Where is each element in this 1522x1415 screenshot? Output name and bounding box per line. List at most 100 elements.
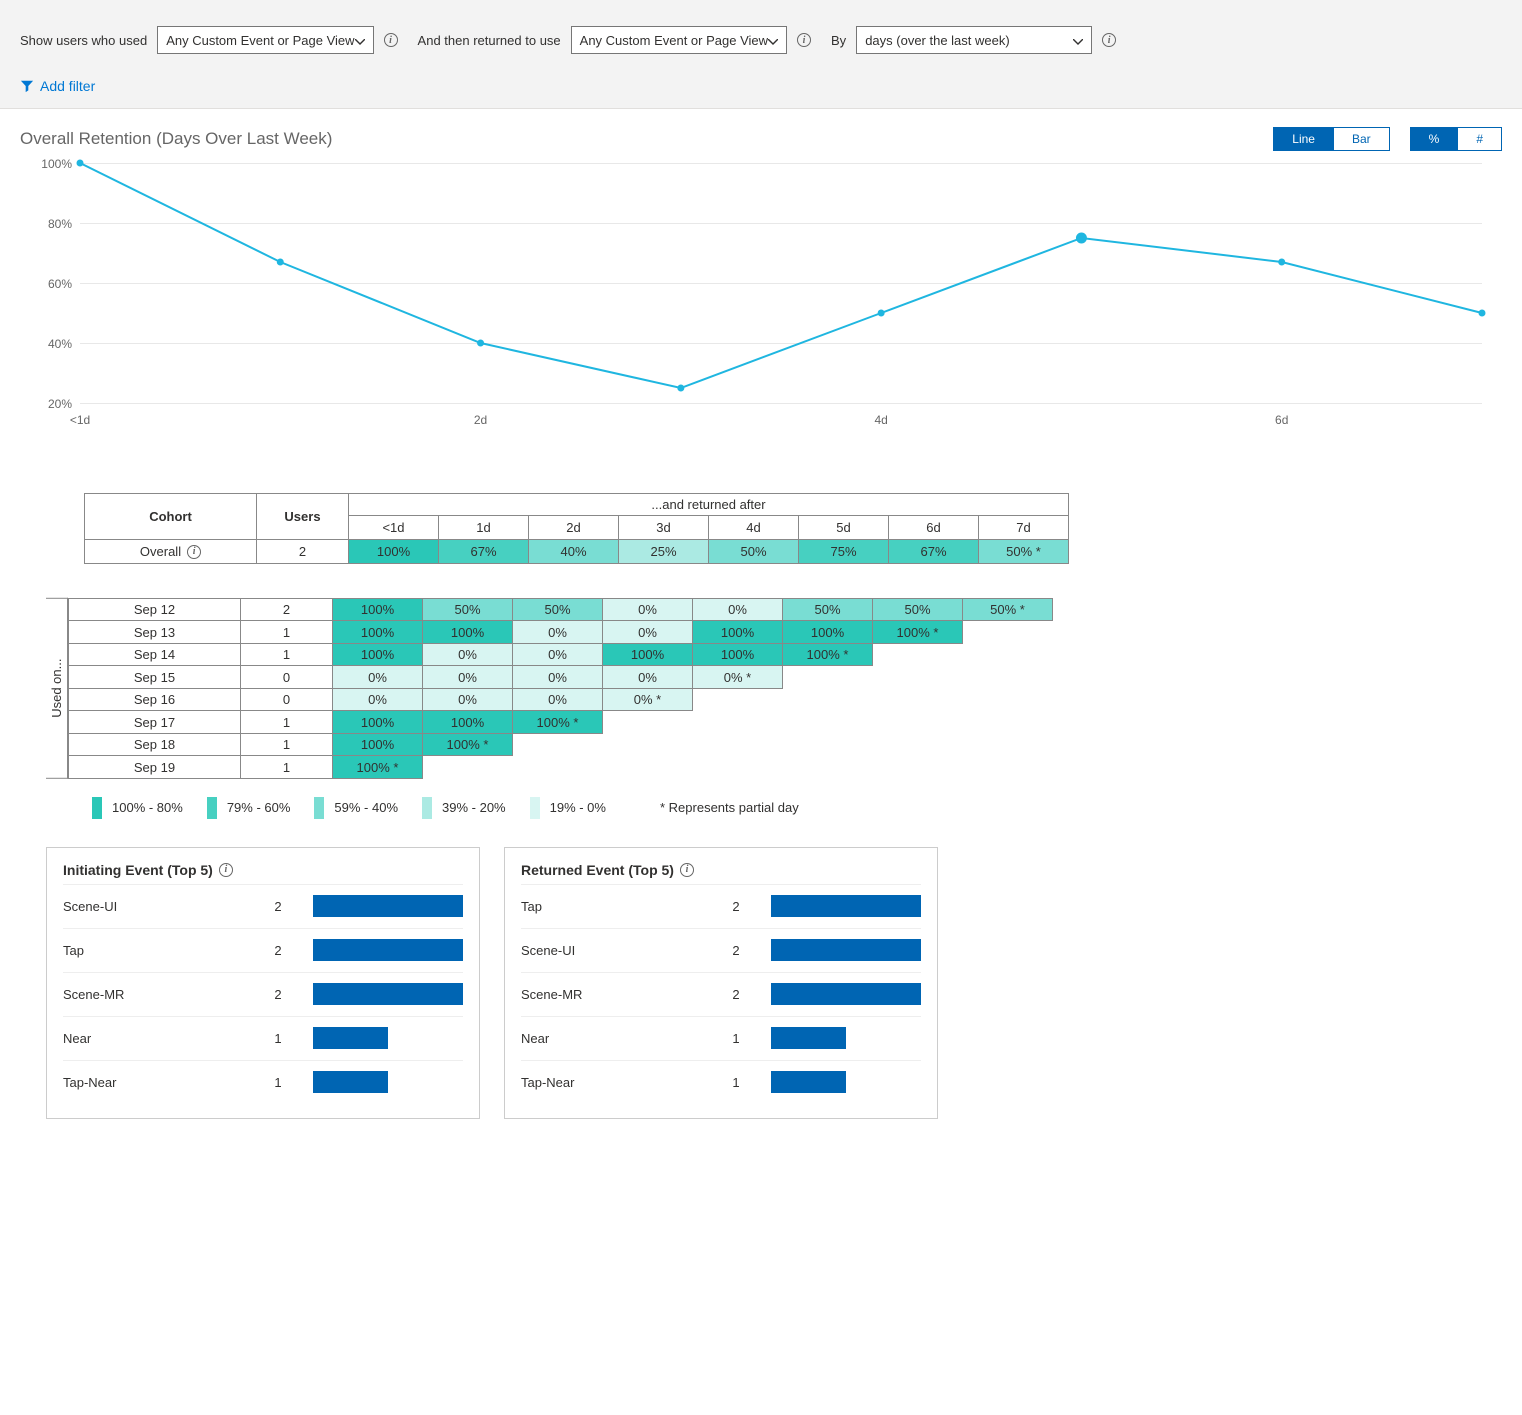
filter-bar: Show users who used Any Custom Event or …	[0, 0, 1522, 109]
daily-date: Sep 17	[69, 711, 241, 733]
info-icon[interactable]: i	[680, 863, 694, 877]
overall-cell[interactable]: 40%	[529, 540, 619, 564]
daily-cell[interactable]: 100%	[333, 599, 423, 621]
daily-users: 1	[241, 756, 333, 779]
daily-date: Sep 16	[69, 688, 241, 710]
overall-cell[interactable]: 50%	[709, 540, 799, 564]
daily-cell[interactable]: 0%	[603, 621, 693, 643]
daily-cell[interactable]: 100%	[783, 621, 873, 643]
toggle-bar-button[interactable]: Bar	[1333, 128, 1389, 150]
daily-cell[interactable]: 50%	[423, 599, 513, 621]
event-row[interactable]: Near1	[63, 1016, 463, 1060]
legend-swatch	[207, 797, 217, 819]
legend-item: 59% - 40%	[314, 797, 398, 819]
info-icon[interactable]: i	[384, 33, 398, 47]
daily-cell[interactable]: 50%	[513, 599, 603, 621]
event-row[interactable]: Scene-UI2	[63, 884, 463, 928]
event-row[interactable]: Scene-UI2	[521, 928, 921, 972]
toggle-line-button[interactable]: Line	[1274, 128, 1333, 150]
daily-cell[interactable]: 100% *	[873, 621, 963, 643]
event-row[interactable]: Scene-MR2	[63, 972, 463, 1016]
event-name: Scene-MR	[521, 987, 701, 1002]
event-bar	[313, 1027, 388, 1049]
daily-cell[interactable]: 0%	[693, 599, 783, 621]
daily-row[interactable]: Sep 131100%100%0%0%100%100%100% *	[69, 621, 1053, 643]
event-row[interactable]: Near1	[521, 1016, 921, 1060]
event-name: Scene-MR	[63, 987, 243, 1002]
chevron-down-icon	[355, 33, 365, 48]
event-row[interactable]: Tap2	[521, 884, 921, 928]
daily-row[interactable]: Sep 122100%50%50%0%0%50%50%50% *	[69, 599, 1053, 621]
daily-date: Sep 15	[69, 666, 241, 688]
daily-cell[interactable]: 100%	[333, 643, 423, 665]
daily-cell[interactable]: 100% *	[423, 733, 513, 755]
overall-cell[interactable]: 25%	[619, 540, 709, 564]
daily-row[interactable]: Sep 171100%100%100% *	[69, 711, 1053, 733]
event-row[interactable]: Tap-Near1	[521, 1060, 921, 1104]
overall-cell[interactable]: 67%	[439, 540, 529, 564]
event-row[interactable]: Tap-Near1	[63, 1060, 463, 1104]
overall-cell[interactable]: 67%	[889, 540, 979, 564]
daily-cell[interactable]: 100% *	[783, 643, 873, 665]
event-count: 2	[701, 899, 771, 914]
event-bar	[313, 895, 463, 917]
daily-row[interactable]: Sep 141100%0%0%100%100%100% *	[69, 643, 1053, 665]
select-initiating-event[interactable]: Any Custom Event or Page View	[157, 26, 373, 54]
daily-cell[interactable]: 0%	[513, 688, 603, 710]
daily-cell[interactable]: 0%	[513, 621, 603, 643]
daily-row[interactable]: Sep 1600%0%0%0% *	[69, 688, 1053, 710]
x-tick-label: 4d	[874, 413, 887, 427]
toggle-percent-button[interactable]: %	[1411, 128, 1458, 150]
daily-cell[interactable]: 0%	[423, 666, 513, 688]
info-icon[interactable]: i	[1102, 33, 1116, 47]
daily-cell[interactable]: 0%	[603, 666, 693, 688]
event-bar	[313, 939, 463, 961]
daily-cell[interactable]: 0% *	[603, 688, 693, 710]
event-row[interactable]: Scene-MR2	[521, 972, 921, 1016]
daily-cell[interactable]: 50%	[873, 599, 963, 621]
event-bar	[313, 1071, 388, 1093]
add-filter-button[interactable]: Add filter	[20, 78, 1502, 94]
info-icon[interactable]: i	[797, 33, 811, 47]
daily-cell[interactable]: 0%	[603, 599, 693, 621]
daily-cell[interactable]: 100% *	[513, 711, 603, 733]
info-icon[interactable]: i	[187, 545, 201, 559]
daily-cell[interactable]: 100%	[423, 621, 513, 643]
overall-cell[interactable]: 100%	[349, 540, 439, 564]
select-returned-event[interactable]: Any Custom Event or Page View	[571, 26, 787, 54]
info-icon[interactable]: i	[219, 863, 233, 877]
chart-title: Overall Retention (Days Over Last Week)	[20, 129, 332, 149]
daily-users: 1	[241, 643, 333, 665]
select-time-grain[interactable]: days (over the last week)	[856, 26, 1092, 54]
daily-cell[interactable]: 0%	[423, 643, 513, 665]
daily-cell[interactable]: 100%	[693, 621, 783, 643]
daily-cell[interactable]: 0%	[513, 643, 603, 665]
label-by: By	[831, 33, 846, 48]
overall-cell[interactable]: 75%	[799, 540, 889, 564]
event-count: 2	[243, 943, 313, 958]
daily-cell[interactable]: 100%	[333, 733, 423, 755]
daily-cell[interactable]: 0%	[333, 666, 423, 688]
daily-cell[interactable]: 100% *	[333, 756, 423, 779]
daily-row[interactable]: Sep 191100% *	[69, 756, 1053, 779]
legend-label: 19% - 0%	[550, 800, 606, 815]
overall-cell[interactable]: 50% *	[979, 540, 1069, 564]
daily-cell[interactable]: 100%	[423, 711, 513, 733]
event-row[interactable]: Tap2	[63, 928, 463, 972]
daily-cell[interactable]: 0%	[423, 688, 513, 710]
daily-cell[interactable]: 0%	[513, 666, 603, 688]
daily-cell[interactable]: 0% *	[693, 666, 783, 688]
daily-cell[interactable]: 100%	[603, 643, 693, 665]
daily-cell[interactable]: 100%	[693, 643, 783, 665]
daily-row[interactable]: Sep 1500%0%0%0%0% *	[69, 666, 1053, 688]
label-return: And then returned to use	[418, 33, 561, 48]
legend-label: 59% - 40%	[334, 800, 398, 815]
daily-cell[interactable]: 100%	[333, 621, 423, 643]
daily-cell[interactable]: 50% *	[963, 599, 1053, 621]
toggle-number-button[interactable]: #	[1457, 128, 1501, 150]
daily-cell[interactable]: 0%	[333, 688, 423, 710]
cohort-overall-row[interactable]: Overall i2100%67%40%25%50%75%67%50% *	[85, 540, 1069, 564]
daily-row[interactable]: Sep 181100%100% *	[69, 733, 1053, 755]
daily-cell[interactable]: 50%	[783, 599, 873, 621]
daily-cell[interactable]: 100%	[333, 711, 423, 733]
